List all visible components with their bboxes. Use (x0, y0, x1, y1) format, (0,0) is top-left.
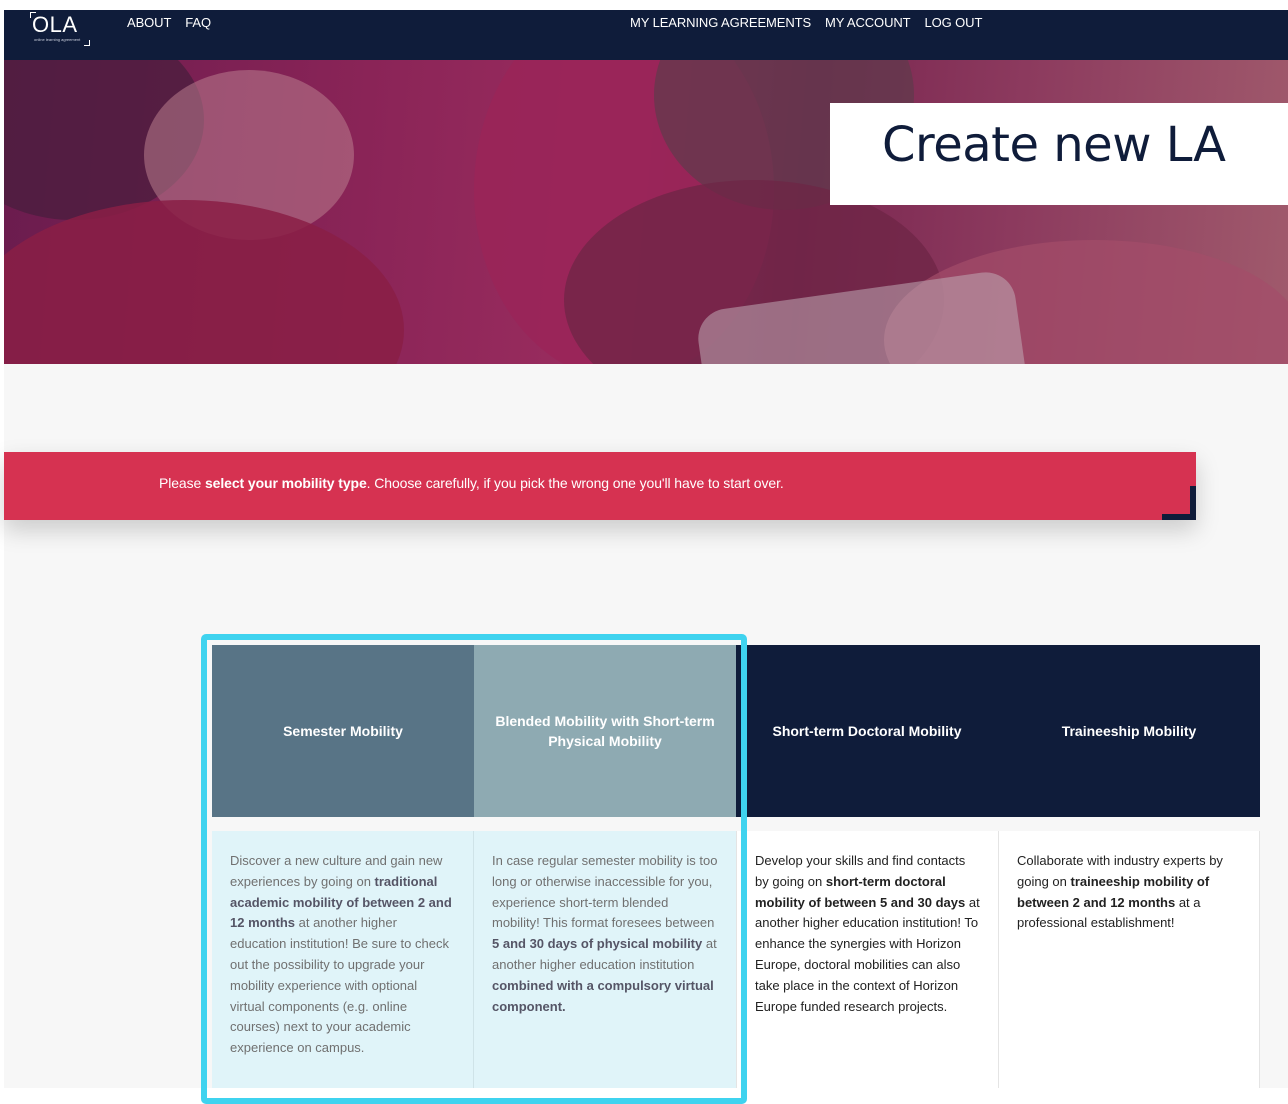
hero-photo-shape (4, 200, 404, 364)
mobility-card-title: Blended Mobility with Short-term Physica… (474, 645, 736, 817)
mobility-type-notice: Please select your mobility type. Choose… (4, 452, 1196, 520)
mobility-card-description: Develop your skills and find contacts by… (736, 831, 998, 1088)
notice-text: Please select your mobility type. Choose… (159, 475, 784, 491)
description-text: at another higher education institution!… (230, 915, 449, 1056)
logo-tagline: online learning agreement (34, 37, 81, 42)
logo-text: OLA (32, 12, 78, 37)
mobility-card-title: Semester Mobility (212, 645, 474, 817)
notice-prefix: Please (159, 475, 205, 491)
page-title: Create new LA (882, 117, 1226, 173)
hero-title-box: Create new LA (830, 103, 1288, 205)
mobility-card-title: Traineeship Mobility (998, 645, 1260, 817)
nav-my-account-link[interactable]: MY ACCOUNT (825, 15, 911, 30)
mobility-card-description: In case regular semester mobility is too… (474, 831, 736, 1088)
nav-faq-link[interactable]: FAQ (185, 15, 211, 30)
logo-bracket-bottom-right (84, 40, 90, 46)
account-nav: MY LEARNING AGREEMENTS MY ACCOUNT LOG OU… (630, 15, 982, 30)
nav-log-out-link[interactable]: LOG OUT (924, 15, 982, 30)
mobility-card-title: Short-term Doctoral Mobility (736, 645, 998, 817)
notice-corner-bracket (1162, 486, 1196, 520)
primary-nav: ABOUT FAQ (127, 15, 211, 30)
description-emphasis: combined with a compulsory virtual compo… (492, 977, 714, 1014)
mobility-card-traineeship[interactable]: Traineeship Mobility Collaborate with in… (998, 645, 1260, 1088)
notice-suffix: . Choose carefully, if you pick the wron… (366, 475, 784, 491)
ola-logo[interactable]: OLA online learning agreement (30, 12, 92, 46)
mobility-card-short-term-doctoral[interactable]: Short-term Doctoral Mobility Develop you… (736, 645, 998, 1088)
mobility-type-options: Semester Mobility Discover a new culture… (212, 645, 1260, 1088)
notice-emphasis: select your mobility type (205, 475, 367, 491)
mobility-card-semester[interactable]: Semester Mobility Discover a new culture… (212, 645, 474, 1088)
top-navigation-bar: OLA online learning agreement ABOUT FAQ … (4, 10, 1288, 60)
description-text: at another higher education institution!… (755, 894, 980, 1014)
nav-about-link[interactable]: ABOUT (127, 15, 171, 30)
mobility-card-blended[interactable]: Blended Mobility with Short-term Physica… (474, 645, 736, 1088)
description-emphasis: 5 and 30 days of physical mobility (492, 936, 703, 952)
mobility-card-description: Collaborate with industry experts by goi… (998, 831, 1260, 1088)
mobility-card-description: Discover a new culture and gain new expe… (212, 831, 474, 1088)
nav-my-learning-agreements-link[interactable]: MY LEARNING AGREEMENTS (630, 15, 811, 30)
description-text: In case regular semester mobility is too… (492, 853, 718, 931)
